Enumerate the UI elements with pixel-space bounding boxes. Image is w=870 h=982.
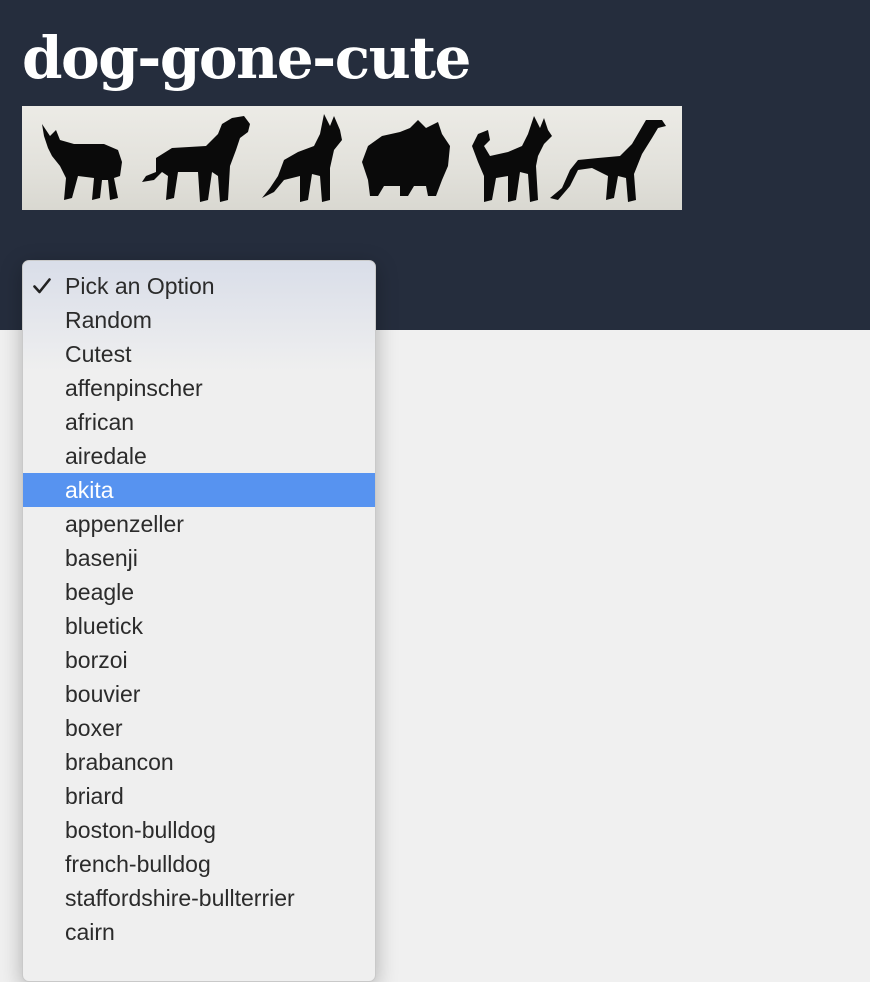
breed-option-brabancon[interactable]: brabancon <box>23 745 375 779</box>
pomeranian-silhouette-icon <box>362 120 450 196</box>
breed-option-affenpinscher[interactable]: affenpinscher <box>23 371 375 405</box>
french-bulldog-silhouette-icon <box>42 124 122 200</box>
breed-option-label: basenji <box>65 545 138 571</box>
breed-option-appenzeller[interactable]: appenzeller <box>23 507 375 541</box>
breed-option-airedale[interactable]: airedale <box>23 439 375 473</box>
checkmark-icon <box>33 269 55 303</box>
breed-option-label: appenzeller <box>65 511 184 537</box>
breed-option-label: french-bulldog <box>65 851 211 877</box>
breed-option-label: akita <box>65 477 114 503</box>
breed-select-dropdown[interactable]: Pick an Option Random Cutest affenpinsch… <box>22 260 376 982</box>
breed-option-label: Random <box>65 307 152 333</box>
breed-option-pick-an-option[interactable]: Pick an Option <box>23 269 375 303</box>
breed-option-akita[interactable]: akita <box>23 473 375 507</box>
breed-option-beagle[interactable]: beagle <box>23 575 375 609</box>
breed-option-label: borzoi <box>65 647 128 673</box>
breed-option-french-bulldog[interactable]: french-bulldog <box>23 847 375 881</box>
breed-option-label: african <box>65 409 135 435</box>
breed-option-label: boxer <box>65 715 123 741</box>
breed-option-label: cairn <box>65 919 115 945</box>
breed-option-cutest[interactable]: Cutest <box>23 337 375 371</box>
dog-silhouettes-banner <box>22 106 682 210</box>
breed-option-african[interactable]: african <box>23 405 375 439</box>
breed-option-label: briard <box>65 783 124 809</box>
breed-option-cairn[interactable]: cairn <box>23 915 375 949</box>
breed-option-borzoi[interactable]: borzoi <box>23 643 375 677</box>
breed-option-boxer[interactable]: boxer <box>23 711 375 745</box>
breed-option-staffordshire-bullterrier[interactable]: staffordshire-bullterrier <box>23 881 375 915</box>
breed-option-label: airedale <box>65 443 147 469</box>
breed-option-label: boston-bulldog <box>65 817 216 843</box>
breed-option-list: Pick an Option Random Cutest affenpinsch… <box>23 261 375 949</box>
shiba-silhouette-icon <box>472 116 552 202</box>
site-title: dog-gone-cute <box>22 24 471 92</box>
retriever-silhouette-icon <box>142 116 250 202</box>
breed-option-label: brabancon <box>65 749 174 775</box>
shepherd-silhouette-icon <box>262 114 342 202</box>
breed-option-boston-bulldog[interactable]: boston-bulldog <box>23 813 375 847</box>
breed-option-briard[interactable]: briard <box>23 779 375 813</box>
breed-option-bluetick[interactable]: bluetick <box>23 609 375 643</box>
greyhound-silhouette-icon <box>550 120 666 202</box>
breed-option-basenji[interactable]: basenji <box>23 541 375 575</box>
breed-option-random[interactable]: Random <box>23 303 375 337</box>
breed-option-label: Pick an Option <box>65 273 215 299</box>
breed-option-label: staffordshire-bullterrier <box>65 885 295 911</box>
breed-option-label: bouvier <box>65 681 141 707</box>
breed-option-label: affenpinscher <box>65 375 203 401</box>
breed-option-bouvier[interactable]: bouvier <box>23 677 375 711</box>
breed-option-label: bluetick <box>65 613 143 639</box>
breed-option-label: beagle <box>65 579 135 605</box>
breed-option-label: Cutest <box>65 341 132 367</box>
